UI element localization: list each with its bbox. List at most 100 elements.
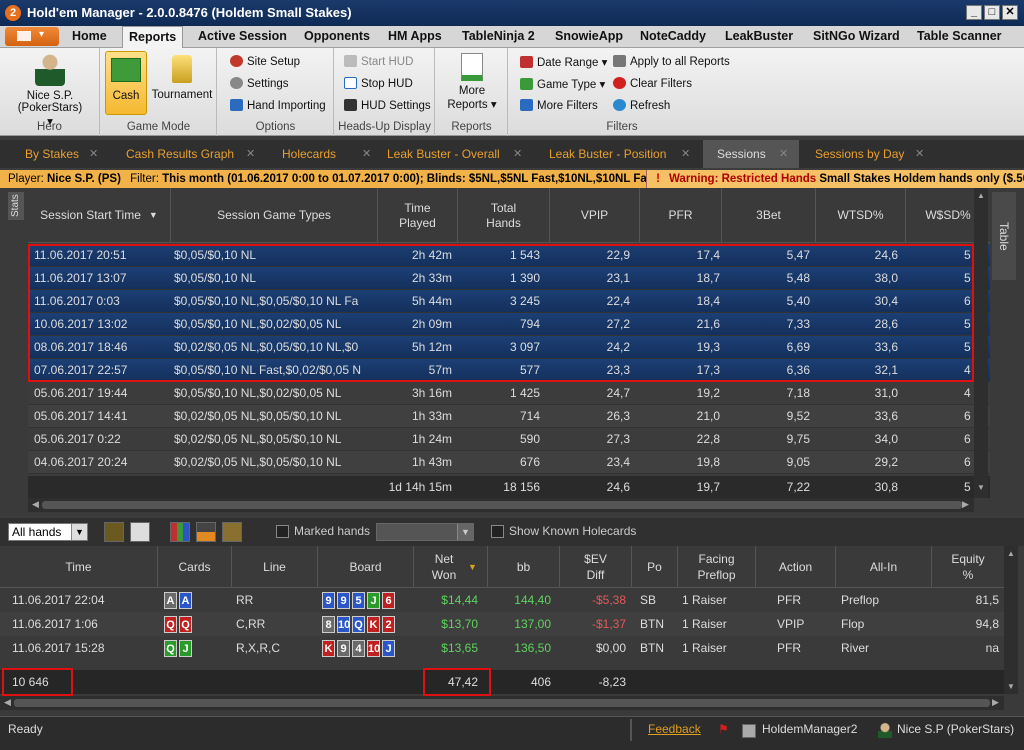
col-ev-diff[interactable]: $EV Diff	[560, 546, 632, 588]
menu-tab-leakbuster[interactable]: LeakBuster	[725, 29, 793, 43]
session-row[interactable]: 05.06.2017 19:44 $0,05/$0,10 NL,$0,02/$0,…	[28, 382, 990, 405]
menu-tab-tableninja[interactable]: TableNinja 2	[462, 29, 535, 43]
col-bb[interactable]: bb	[488, 546, 560, 588]
close-tab-icon[interactable]: ✕	[779, 140, 788, 168]
col-board[interactable]: Board	[318, 546, 414, 588]
menu-tab-notecaddy[interactable]: NoteCaddy	[640, 29, 706, 43]
session-cell: 5,48	[786, 271, 810, 285]
col-line[interactable]: Line	[232, 546, 318, 588]
stats-side-tab[interactable]: Stats	[8, 192, 24, 220]
hand-row[interactable]: 11.06.2017 1:06 Q Q C,RR 8 10 Q K 2 $13,70 137,00-…	[0, 612, 1004, 636]
tab-leak-buster-overall[interactable]: Leak Buster - Overall ✕	[387, 140, 527, 168]
hand-row[interactable]: 11.06.2017 22:04 A A RR 9 9 5 J 6 $14,44 144,40 -$5…	[0, 588, 1004, 612]
marked-hands-checkbox[interactable]	[276, 525, 289, 538]
database-icon	[742, 724, 756, 738]
session-row[interactable]: 04.06.2017 20:24 $0,02/$0,05 NL,$0,05/$0,…	[28, 451, 990, 474]
tab-leak-buster-position[interactable]: Leak Buster - Position ✕	[549, 140, 690, 168]
hands-hscroll[interactable]: ◀ ▶	[0, 696, 1004, 710]
col-pfr[interactable]: PFR	[640, 188, 722, 243]
more-reports-button[interactable]: More Reports ▾	[444, 53, 500, 111]
menu-tab-sitngo-wizard[interactable]: SitNGo Wizard	[813, 29, 900, 43]
session-row[interactable]: 05.06.2017 0:22 $0,02/$0,05 NL,$0,05/$0,1…	[28, 428, 990, 451]
session-row[interactable]: 07.06.2017 22:57 $0,05/$0,10 NL Fast,$0,0…	[28, 359, 990, 382]
more-filters-button[interactable]: More Filters	[520, 99, 598, 112]
game-type-button[interactable]: Game Type ▾	[520, 77, 605, 91]
settings-button[interactable]: Settings	[230, 77, 289, 90]
trophy-icon[interactable]	[222, 522, 242, 542]
col-action[interactable]: Action	[756, 546, 836, 588]
close-button[interactable]: ✕	[1002, 5, 1018, 20]
start-hud-button[interactable]: Start HUD	[344, 55, 413, 68]
close-tab-icon[interactable]: ✕	[915, 140, 924, 168]
col-position[interactable]: Po	[632, 546, 678, 588]
hands-panel: Time Cards Line Board Net Won ▼ bb $EV Di…	[0, 546, 1024, 716]
menu-tab-active-session[interactable]: Active Session	[198, 29, 287, 43]
close-tab-icon[interactable]: ✕	[246, 140, 255, 168]
tournament-button[interactable]: Tournament	[151, 51, 213, 115]
marked-hands-dropdown[interactable]: ▼	[376, 523, 474, 541]
col-session-game-types[interactable]: Session Game Types	[171, 188, 378, 243]
session-row[interactable]: 11.06.2017 0:03 $0,05/$0,10 NL,$0,05/$0,1…	[28, 290, 990, 313]
col-total-hands[interactable]: Total Hands	[458, 188, 550, 243]
hud-settings-button[interactable]: HUD Settings	[344, 99, 431, 112]
maximize-button[interactable]: □	[984, 5, 1000, 20]
tab-by-stakes[interactable]: By Stakes ✕	[25, 140, 115, 168]
col-facing-preflop[interactable]: Facing Preflop	[678, 546, 756, 588]
col-net-won[interactable]: Net Won ▼	[414, 546, 488, 588]
col-3bet[interactable]: 3Bet	[722, 188, 816, 243]
col-cards[interactable]: Cards	[158, 546, 232, 588]
hand-all-in: River	[841, 641, 870, 655]
application-menu-button[interactable]	[5, 27, 59, 46]
window-title: Hold'em Manager - 2.0.0.8476 (Holdem Sma…	[27, 5, 352, 20]
hands-filter-dropdown[interactable]: All hands ▼	[8, 523, 88, 541]
col-all-in[interactable]: All-In	[836, 546, 932, 588]
col-vpip[interactable]: VPIP	[550, 188, 640, 243]
col-equity[interactable]: Equity %	[932, 546, 1004, 588]
session-row[interactable]: 10.06.2017 13:02 $0,05/$0,10 NL,$0,02/$0,…	[28, 313, 990, 336]
apply-all-reports-button[interactable]: Apply to all Reports	[613, 55, 730, 68]
feedback-link[interactable]: Feedback	[648, 722, 701, 736]
col-time-played[interactable]: Time Played	[378, 188, 458, 243]
refresh-button[interactable]: Refresh	[613, 99, 670, 112]
tab-holecards[interactable]: Holecards ✕	[282, 140, 377, 168]
sessions-hscroll[interactable]: ◀ ▶	[28, 498, 974, 512]
minimize-button[interactable]: _	[966, 5, 982, 20]
table-side-tab[interactable]: Table	[992, 192, 1016, 280]
session-row[interactable]: 08.06.2017 18:46 $0,02/$0,05 NL,$0,05/$0,…	[28, 336, 990, 359]
tab-sessions-by-day[interactable]: Sessions by Day ✕	[815, 140, 925, 168]
menu-tab-snowieapp[interactable]: SnowieApp	[555, 29, 623, 43]
hero-selector[interactable]: Nice S.P. (PokerStars) ▾	[14, 52, 86, 128]
col-session-start-time[interactable]: Session Start Time ▼	[28, 188, 171, 243]
site-setup-button[interactable]: Site Setup	[230, 55, 300, 68]
stop-hud-button[interactable]: Stop HUD	[344, 77, 413, 90]
close-tab-icon[interactable]: ✕	[681, 140, 690, 168]
sessions-vscroll[interactable]: ▲ ▼	[974, 188, 988, 498]
session-row[interactable]: 11.06.2017 20:51 $0,05/$0,10 NL 2h 42m 1 54…	[28, 244, 990, 267]
hands-vscroll[interactable]: ▲ ▼	[1004, 546, 1018, 694]
close-tab-icon[interactable]: ✕	[513, 140, 522, 168]
menu-tab-reports[interactable]: Reports	[122, 26, 184, 49]
tab-cash-results-graph[interactable]: Cash Results Graph ✕	[126, 140, 256, 168]
menu-tab-home[interactable]: Home	[72, 29, 107, 43]
menu-tab-hm-apps[interactable]: HM Apps	[388, 29, 442, 43]
cards-icon[interactable]	[130, 522, 150, 542]
menu-tab-table-scanner[interactable]: Table Scanner	[917, 29, 1002, 43]
session-row[interactable]: 05.06.2017 14:41 $0,02/$0,05 NL,$0,05/$0,…	[28, 405, 990, 428]
col-time[interactable]: Time	[0, 546, 158, 588]
close-tab-icon[interactable]: ✕	[89, 140, 98, 168]
menu-tab-opponents[interactable]: Opponents	[304, 29, 370, 43]
tab-sessions[interactable]: Sessions ✕	[703, 140, 799, 168]
hand-row[interactable]: 11.06.2017 15:28 Q J R,X,R,C K 9 4 10 J $13,65 136…	[0, 636, 1004, 660]
date-range-button[interactable]: Date Range ▾	[520, 55, 607, 69]
session-row[interactable]: 11.06.2017 13:07 $0,05/$0,10 NL 2h 33m 1 39…	[28, 267, 990, 290]
cash-button[interactable]: Cash	[105, 51, 147, 115]
clear-filters-button[interactable]: Clear Filters	[613, 77, 692, 90]
col-wtsd[interactable]: WTSD%	[816, 188, 906, 243]
hand-position: BTN	[640, 641, 664, 655]
bar-chart-icon[interactable]	[196, 522, 216, 542]
rewind-icon[interactable]	[104, 522, 124, 542]
grid-view-icon[interactable]	[170, 522, 190, 542]
close-tab-icon[interactable]: ✕	[362, 140, 371, 168]
hand-importing-button[interactable]: Hand Importing	[230, 99, 326, 112]
show-known-holecards-checkbox[interactable]	[491, 525, 504, 538]
